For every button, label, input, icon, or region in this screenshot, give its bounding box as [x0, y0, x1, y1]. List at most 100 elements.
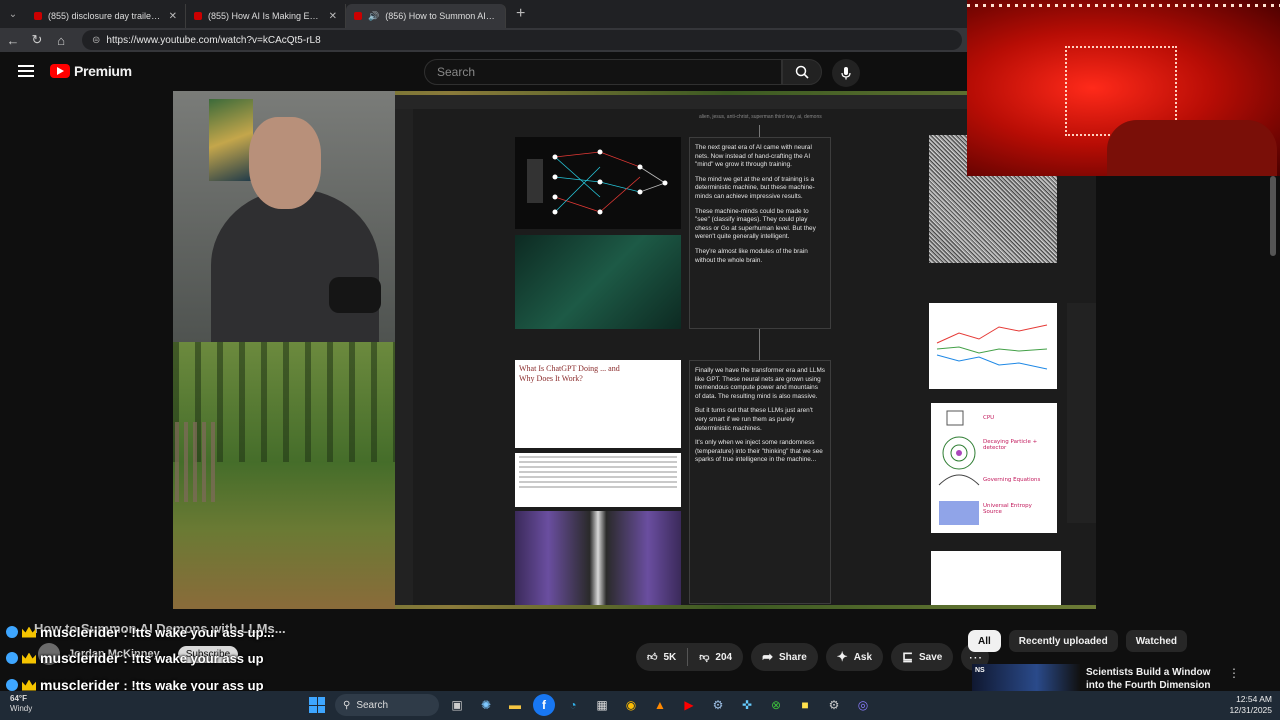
close-tab-icon[interactable]: ✕	[329, 11, 337, 22]
chip-all[interactable]: All	[968, 630, 1001, 652]
share-icon: ➦	[762, 649, 773, 664]
tab-title: (855) How AI Is Making Everything	[208, 11, 323, 21]
canvas-breadcrumb: alien, jesus, anti-christ, superman thir…	[699, 114, 822, 120]
slide-text-card-1: The next great era of AI came with neura…	[689, 137, 831, 329]
save-label: Save	[918, 651, 943, 663]
chat-user: musclerider	[40, 624, 120, 640]
chat-user: musclerider	[40, 650, 120, 666]
speaker-icon[interactable]: 🔊	[368, 11, 379, 22]
site-info-icon[interactable]: ⊜	[92, 35, 100, 46]
url-field[interactable]: ⊜ https://www.youtube.com/watch?v=kCAcQt…	[82, 30, 962, 50]
search-placeholder: Search	[437, 65, 476, 79]
home-icon[interactable]: ⌂	[54, 33, 68, 48]
edge-icon[interactable]: ◔	[562, 694, 584, 716]
task-view-icon[interactable]: ▣	[446, 694, 468, 716]
article-screenshot: What Is ChatGPT Doing ... and Why Does I…	[515, 360, 681, 448]
recommended-thumbnail[interactable]: NS	[972, 664, 1080, 692]
close-tab-icon[interactable]: ✕	[169, 11, 177, 22]
tab-title: (856) How to Summon AI Demons	[385, 11, 497, 21]
search-input[interactable]: Search	[424, 59, 782, 85]
weather-widget[interactable]: 64°F Windy	[10, 694, 32, 714]
search-button[interactable]	[782, 59, 822, 85]
youtube-app-icon[interactable]: ▶	[678, 694, 700, 716]
share-button[interactable]: ➦ Share	[751, 643, 818, 671]
obs-icon[interactable]: ◎	[852, 694, 874, 716]
verified-badge-icon	[6, 626, 18, 638]
flow-arrow	[759, 125, 760, 137]
recommended-video[interactable]: NS Scientists Build a Window into the Fo…	[972, 664, 1272, 692]
app-icon[interactable]: ✜	[736, 694, 758, 716]
verified-badge-icon	[6, 679, 18, 691]
card2-paragraph: Finally we have the transformer era and …	[695, 367, 826, 400]
presenter-body	[211, 189, 379, 342]
browser-tab-2[interactable]: (855) How AI Is Making Everything ✕	[186, 4, 346, 28]
card1-paragraph: The next great era of AI came with neura…	[695, 144, 812, 169]
clock-time: 12:54 AM	[1236, 694, 1272, 704]
chrome-icon[interactable]: ◉	[620, 694, 642, 716]
menu-icon[interactable]	[18, 65, 34, 77]
windows-logo-icon	[309, 697, 325, 713]
calculator-icon[interactable]: ▦	[591, 694, 613, 716]
browser-tab-1[interactable]: (855) disclosure day trailer - YouTube ✕	[26, 4, 186, 28]
sketch-label: Universal Entropy Source	[983, 503, 1032, 515]
led-lights	[967, 4, 1280, 7]
youtube-favicon-icon	[354, 12, 362, 20]
microphone-icon	[841, 67, 851, 80]
recommended-title[interactable]: Scientists Build a Window into the Fourt…	[1086, 666, 1226, 692]
copilot-icon[interactable]: ✺	[475, 694, 497, 716]
ask-label: Ask	[853, 651, 873, 663]
sketch-label: Governing Equations	[983, 477, 1041, 483]
ask-button[interactable]: ✦ Ask	[825, 643, 884, 671]
facebook-icon[interactable]: f	[533, 694, 555, 716]
voice-search-button[interactable]	[832, 59, 860, 87]
entropy-sketch: CPU Decaying Particle + detector Governi…	[931, 403, 1057, 533]
wall-painting	[209, 99, 253, 181]
page-scrollbar[interactable]	[1270, 176, 1276, 256]
card1-paragraph: These machine-minds could be made to "se…	[695, 207, 816, 241]
chip-recently-uploaded[interactable]: Recently uploaded	[1008, 630, 1118, 652]
chip-watched[interactable]: Watched	[1125, 630, 1187, 652]
vlc-icon[interactable]: ▲	[649, 694, 671, 716]
search-icon: ⚲	[343, 699, 351, 711]
youtube-favicon-icon	[34, 12, 42, 20]
youtube-logo[interactable]: Premium	[50, 63, 132, 79]
video-player[interactable]: alien, jesus, anti-christ, superman thir…	[173, 91, 1096, 609]
more-vertical-icon[interactable]: ⋮	[1228, 666, 1240, 680]
back-arrow-icon[interactable]: ←	[6, 33, 20, 48]
clock-date: 12/31/2025	[1229, 705, 1272, 715]
sidebar-panel	[1096, 176, 1280, 609]
channel-badge: NS	[975, 667, 985, 674]
browser-tab-3[interactable]: 🔊 (856) How to Summon AI Demons	[346, 4, 506, 28]
taskbar-search[interactable]: ⚲ Search	[335, 694, 439, 716]
file-explorer-icon[interactable]: ▬	[504, 694, 526, 716]
presenter-head	[249, 117, 321, 209]
card1-paragraph: The mind we get at the end of training i…	[695, 175, 815, 200]
bookmark-icon: ⊑	[902, 649, 913, 664]
new-tab-button[interactable]: +	[506, 5, 535, 23]
verified-badge-icon	[6, 652, 18, 664]
filter-chips: All Recently uploaded Watched	[968, 630, 1187, 652]
start-button[interactable]	[306, 694, 328, 716]
reload-icon[interactable]: ↻	[30, 32, 44, 48]
xbox-icon[interactable]: ⊗	[765, 694, 787, 716]
datacenter-image	[515, 511, 681, 605]
dislike-count: 204	[715, 651, 733, 663]
chat-text: : !tts wake your ass up	[123, 650, 264, 666]
notes-icon[interactable]: ■	[794, 694, 816, 716]
save-button[interactable]: ⊑ Save	[891, 643, 954, 671]
card1-paragraph: They're almost like modules of the brain…	[695, 247, 808, 264]
youtube-favicon-icon	[194, 12, 202, 20]
system-clock[interactable]: 12:54 AM 12/31/2025	[1220, 694, 1272, 716]
card2-paragraph: It's only when we inject some randomness…	[695, 439, 823, 464]
thumbs-up-icon: 👍︎	[647, 652, 658, 663]
like-button[interactable]: 👍︎ 5K	[636, 651, 687, 664]
crown-icon	[22, 626, 36, 638]
weather-desc: Windy	[10, 704, 33, 713]
tab-search-chevron-icon[interactable]: ⌄	[0, 0, 26, 28]
article-text-screenshot	[515, 453, 681, 507]
fence	[175, 422, 215, 502]
steam-icon[interactable]: ⚙	[707, 694, 729, 716]
logo-text: Premium	[74, 63, 132, 79]
gear-icon[interactable]: ⚙	[823, 694, 845, 716]
dislike-button[interactable]: 👎︎ 204	[688, 651, 743, 664]
